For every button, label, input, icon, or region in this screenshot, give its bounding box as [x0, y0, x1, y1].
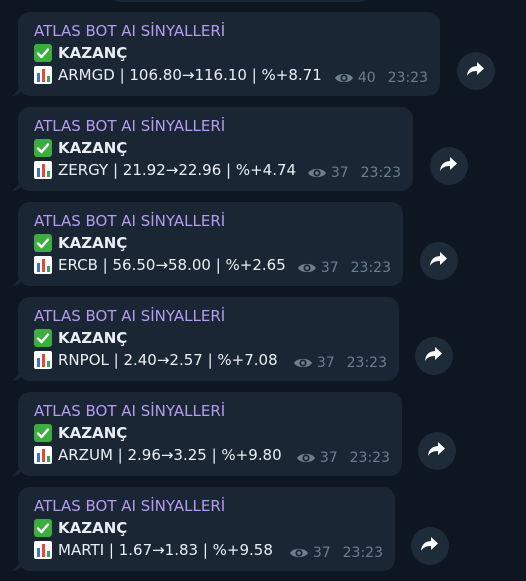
view-count: 37	[320, 260, 339, 276]
trade-text: MARTI | 1.67→1.83 | %+9.58	[58, 541, 273, 559]
trade-text: ERCB | 56.50→58.00 | %+2.65	[58, 256, 286, 274]
message-meta: 37 23:23	[289, 545, 383, 561]
share-arrow-icon	[420, 535, 440, 557]
share-arrow-icon	[439, 155, 459, 177]
previous-message-edge	[110, 0, 370, 2]
eye-icon	[296, 451, 316, 465]
share-arrow-icon	[427, 440, 447, 462]
bar-chart-icon	[34, 66, 52, 84]
eye-icon	[289, 546, 309, 560]
trade-text: ARMGD | 106.80→116.10 | %+8.71	[58, 66, 322, 84]
message-meta: 37 23:23	[296, 450, 390, 466]
message-time: 23:23	[349, 450, 390, 466]
message-meta: 40 23:23	[334, 70, 428, 86]
message-bubble[interactable]: ATLAS BOT AI SİNYALLERİ KAZANÇ MARTI | 1…	[18, 487, 395, 571]
message-time: 23:23	[360, 165, 401, 181]
message-time: 23:23	[387, 70, 428, 86]
share-button[interactable]	[411, 527, 449, 565]
eye-icon	[307, 166, 327, 180]
message-time: 23:23	[342, 545, 383, 561]
share-button[interactable]	[415, 337, 453, 375]
eye-icon	[297, 261, 317, 275]
share-arrow-icon	[429, 250, 449, 272]
message-bubble[interactable]: ATLAS BOT AI SİNYALLERİ KAZANÇ ARMGD | 1…	[18, 12, 440, 96]
message-meta: 37 23:23	[307, 165, 401, 181]
check-mark-icon	[34, 329, 52, 347]
check-mark-icon	[34, 234, 52, 252]
check-mark-icon	[34, 44, 52, 62]
trade-text: RNPOL | 2.40→2.57 | %+7.08	[58, 351, 278, 369]
chat-feed: ATLAS BOT AI SİNYALLERİ KAZANÇ ARMGD | 1…	[0, 0, 526, 581]
view-count: 37	[316, 355, 335, 371]
share-button[interactable]	[457, 52, 495, 90]
view-count: 37	[330, 165, 349, 181]
sender-name[interactable]: ATLAS BOT AI SİNYALLERİ	[34, 305, 387, 327]
message-bubble[interactable]: ATLAS BOT AI SİNYALLERİ KAZANÇ RNPOL | 2…	[18, 297, 399, 381]
sender-name[interactable]: ATLAS BOT AI SİNYALLERİ	[34, 115, 401, 137]
message-time: 23:23	[346, 355, 387, 371]
status-text: KAZANÇ	[58, 44, 128, 62]
status-text: KAZANÇ	[58, 424, 128, 442]
check-mark-icon	[34, 424, 52, 442]
message-bubble[interactable]: ATLAS BOT AI SİNYALLERİ KAZANÇ ARZUM | 2…	[18, 392, 402, 476]
share-button[interactable]	[418, 432, 456, 470]
view-count: 40	[357, 70, 376, 86]
check-mark-icon	[34, 519, 52, 537]
status-text: KAZANÇ	[58, 519, 128, 537]
check-mark-icon	[34, 139, 52, 157]
bar-chart-icon	[34, 351, 52, 369]
sender-name[interactable]: ATLAS BOT AI SİNYALLERİ	[34, 20, 428, 42]
view-count: 37	[319, 450, 338, 466]
message-meta: 37 23:23	[293, 355, 387, 371]
share-button[interactable]	[430, 147, 468, 185]
bar-chart-icon	[34, 161, 52, 179]
eye-icon	[334, 71, 354, 85]
sender-name[interactable]: ATLAS BOT AI SİNYALLERİ	[34, 210, 391, 232]
message-time: 23:23	[350, 260, 391, 276]
bar-chart-icon	[34, 541, 52, 559]
message-bubble[interactable]: ATLAS BOT AI SİNYALLERİ KAZANÇ ZERGY | 2…	[18, 107, 413, 191]
trade-text: ZERGY | 21.92→22.96 | %+4.74	[58, 161, 297, 179]
share-button[interactable]	[420, 242, 458, 280]
status-text: KAZANÇ	[58, 329, 128, 347]
sender-name[interactable]: ATLAS BOT AI SİNYALLERİ	[34, 495, 383, 517]
view-count: 37	[312, 545, 331, 561]
status-text: KAZANÇ	[58, 234, 128, 252]
message-meta: 37 23:23	[297, 260, 391, 276]
status-text: KAZANÇ	[58, 139, 128, 157]
bar-chart-icon	[34, 256, 52, 274]
message-bubble[interactable]: ATLAS BOT AI SİNYALLERİ KAZANÇ ERCB | 56…	[18, 202, 403, 286]
sender-name[interactable]: ATLAS BOT AI SİNYALLERİ	[34, 400, 390, 422]
eye-icon	[293, 356, 313, 370]
trade-text: ARZUM | 2.96→3.25 | %+9.80	[58, 446, 282, 464]
share-arrow-icon	[466, 60, 486, 82]
bar-chart-icon	[34, 446, 52, 464]
share-arrow-icon	[424, 345, 444, 367]
